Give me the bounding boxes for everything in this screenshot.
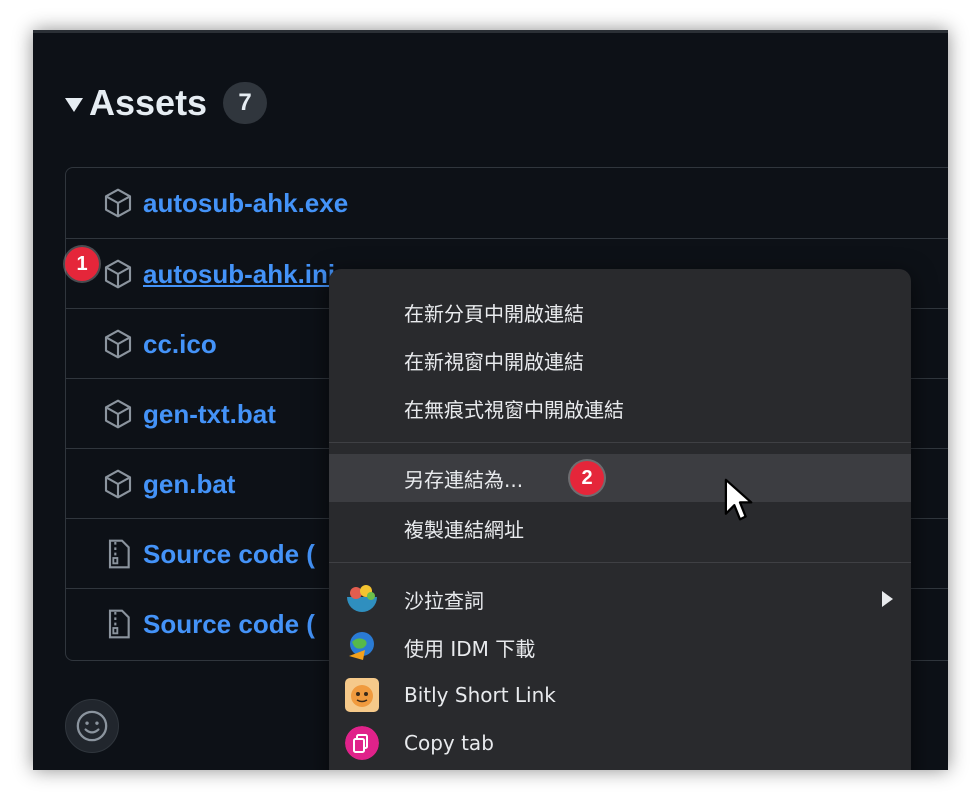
asset-link[interactable]: gen.bat xyxy=(143,469,235,500)
file-zip-icon xyxy=(108,609,130,639)
idm-globe-icon xyxy=(349,632,374,660)
menu-item-label: 在新視窗中開啟連結 xyxy=(404,349,584,374)
menu-item-open-new-tab[interactable]: 在新分頁中開啟連結 xyxy=(329,288,911,336)
step-badge-1: 1 xyxy=(65,247,99,281)
package-icon xyxy=(104,329,132,359)
menu-item-idm-download[interactable]: 使用 IDM 下載 xyxy=(329,623,911,671)
menu-item-copy-link-address[interactable]: 複製連結網址 xyxy=(329,504,911,552)
menu-item-salad-lookup[interactable]: 沙拉查詞 xyxy=(329,575,911,623)
emoji-reaction-button[interactable] xyxy=(65,699,119,753)
menu-item-open-incognito[interactable]: 在無痕式視窗中開啟連結 xyxy=(329,384,911,432)
package-icon xyxy=(104,399,132,429)
menu-item-save-link-as[interactable]: 另存連結為... xyxy=(329,454,911,502)
menu-item-label: 另存連結為... xyxy=(404,467,524,492)
assets-title: Assets xyxy=(89,82,208,123)
salad-icon xyxy=(347,585,377,612)
screenshot-frame: Assets 7 autosub-ahk.exe autosub-ahk.ini… xyxy=(33,30,948,770)
asset-row[interactable]: autosub-ahk.exe xyxy=(66,168,948,238)
assets-count-badge: 7 xyxy=(223,82,268,124)
menu-item-label: Bitly Short Link xyxy=(404,683,556,707)
copy-tab-icon xyxy=(345,726,379,760)
asset-link[interactable]: autosub-ahk.exe xyxy=(143,188,348,219)
asset-link[interactable]: Source code ( xyxy=(143,609,315,640)
menu-item-label: 使用 IDM 下載 xyxy=(404,636,536,661)
asset-link[interactable]: gen-txt.bat xyxy=(143,399,276,430)
collapse-triangle-icon[interactable] xyxy=(65,98,83,112)
menu-item-label: Copy tab xyxy=(404,731,494,755)
package-icon xyxy=(104,259,132,289)
context-menu: 在新分頁中開啟連結 在新視窗中開啟連結 在無痕式視窗中開啟連結 另存連結為...… xyxy=(329,269,911,770)
menu-item-label: 沙拉查詞 xyxy=(404,588,484,613)
menu-separator xyxy=(329,442,911,443)
package-icon xyxy=(104,469,132,499)
file-zip-icon xyxy=(108,539,130,569)
menu-item-copy-tab[interactable]: Copy tab xyxy=(329,719,911,767)
smiley-icon xyxy=(76,710,108,742)
menu-item-bitly[interactable]: Bitly Short Link xyxy=(329,671,911,719)
asset-link[interactable]: Source code ( xyxy=(143,539,315,570)
menu-item-label: 複製連結網址 xyxy=(404,517,524,542)
package-icon xyxy=(104,188,132,218)
menu-item-label: 在無痕式視窗中開啟連結 xyxy=(404,397,624,422)
menu-item-open-new-window[interactable]: 在新視窗中開啟連結 xyxy=(329,336,911,384)
assets-header[interactable]: Assets 7 xyxy=(65,82,268,124)
menu-item-label: 在新分頁中開啟連結 xyxy=(404,301,584,326)
bitly-icon xyxy=(345,678,379,712)
step-badge-2: 2 xyxy=(570,461,604,495)
asset-link-hovered[interactable]: autosub-ahk.ini xyxy=(143,259,335,290)
menu-separator xyxy=(329,562,911,563)
top-divider xyxy=(33,30,948,33)
asset-link[interactable]: cc.ico xyxy=(143,329,217,360)
submenu-arrow-icon xyxy=(882,591,893,607)
mouse-pointer-icon xyxy=(724,478,753,521)
